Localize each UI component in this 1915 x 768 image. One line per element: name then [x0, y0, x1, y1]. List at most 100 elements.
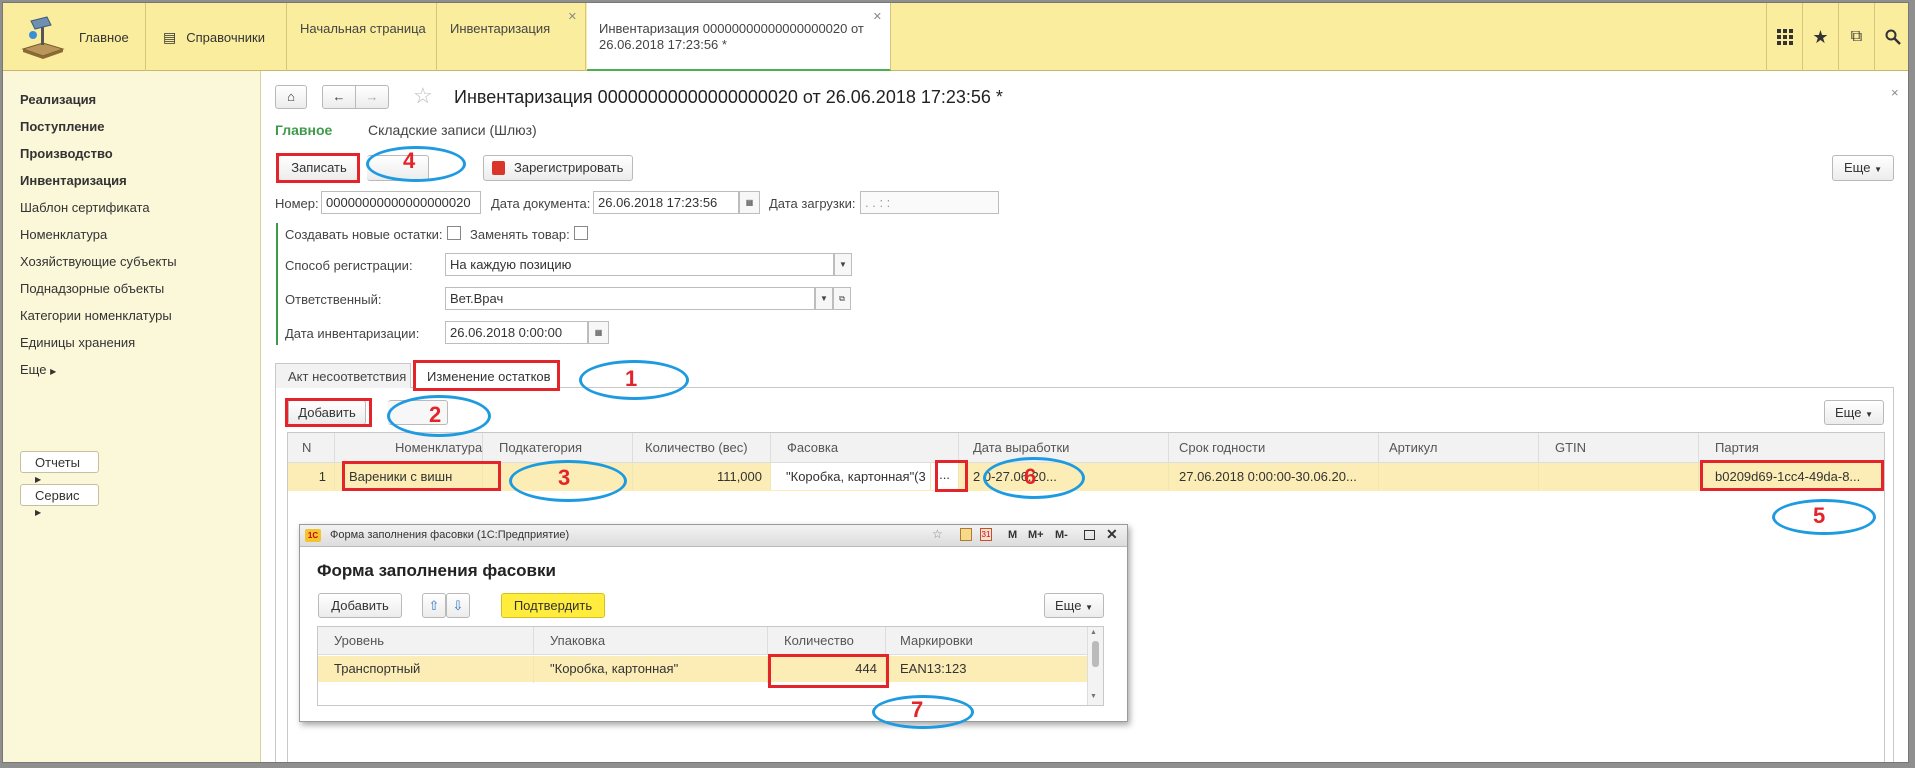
sidebar-item-storage-units[interactable]: Единицы хранения — [20, 335, 135, 350]
highlight-batch — [1700, 460, 1884, 491]
dialog-titlebar: 1С Форма заполнения фасовки (1С:Предприя… — [300, 525, 1127, 547]
favorite-star-icon[interactable]: ☆ — [413, 83, 433, 109]
dropdown-icon[interactable]: ▼ — [815, 287, 833, 310]
cell-packing[interactable]: "Коробка, картонная"(3 — [771, 463, 931, 490]
up-arrow-icon[interactable]: ⇧ — [422, 593, 446, 618]
col-header-subcategory[interactable]: Подкатегория — [483, 433, 633, 462]
tab-inventory[interactable]: Инвентаризация ✕ — [438, 3, 586, 71]
history-icon[interactable]: ⧉ — [1838, 3, 1874, 71]
tab-inventory-document[interactable]: Инвентаризация 00000000000000000020 от 26… — [587, 3, 891, 71]
star-icon[interactable]: ★ — [1802, 3, 1838, 71]
more-button[interactable]: Еще ▼ — [1832, 155, 1894, 181]
inventory-date-field[interactable]: 26.06.2018 0:00:00 — [445, 321, 588, 344]
annotation-oval-4 — [366, 146, 466, 182]
sidebar-more[interactable]: Еще ▶ — [20, 362, 56, 377]
doc-date-field[interactable]: 26.06.2018 17:23:56 — [593, 191, 739, 214]
number-field[interactable]: 00000000000000000020 — [321, 191, 481, 214]
dialog-more-button[interactable]: Еще ▼ — [1044, 593, 1104, 618]
cell-quantity[interactable]: 111,000 — [633, 463, 771, 490]
col-header-packing[interactable]: Фасовка — [771, 433, 959, 462]
close-icon[interactable]: ✕ — [568, 9, 577, 25]
sidebar-item-nomenclature[interactable]: Номенклатура — [20, 227, 107, 242]
cell-level[interactable]: Транспортный — [318, 656, 534, 683]
tab-mismatch-act[interactable]: Акт несоответствия — [275, 363, 411, 388]
references-icon: ▤ — [163, 28, 177, 45]
memory-minus-button[interactable]: M- — [1055, 529, 1068, 541]
col-header-batch[interactable]: Партия — [1699, 433, 1884, 462]
close-form-icon[interactable]: × — [1891, 85, 1899, 100]
sidebar-item-supervised-objects[interactable]: Поднадзорные объекты — [20, 281, 164, 296]
calendar-icon[interactable]: ▦ — [739, 191, 760, 214]
load-date-field[interactable]: . . : : — [860, 191, 999, 214]
chevron-right-icon: ▶ — [50, 367, 57, 376]
create-remains-checkbox[interactable] — [447, 226, 461, 240]
chevron-right-icon: ▶ — [35, 475, 42, 484]
highlight-select-packing — [935, 460, 968, 492]
cell-expiry[interactable]: 27.06.2018 0:00:00-30.06.20... — [1169, 463, 1379, 490]
chevron-down-icon: ▼ — [1865, 410, 1873, 419]
packing-table: Уровень Упаковка Количество Маркировки Т… — [317, 626, 1104, 706]
sidebar-item-production[interactable]: Производство — [20, 146, 113, 161]
col-header-qty[interactable]: Количество — [768, 627, 886, 655]
col-header-expiry[interactable]: Срок годности — [1169, 433, 1379, 462]
sidebar-item-inventory[interactable]: Инвентаризация — [20, 173, 127, 188]
back-button[interactable]: ← — [322, 85, 356, 109]
grid-icon[interactable] — [1766, 3, 1802, 71]
forward-button[interactable]: → — [355, 85, 389, 109]
memory-m-button[interactable]: M — [1008, 529, 1017, 541]
col-header-production-date[interactable]: Дата выработки — [959, 433, 1169, 462]
service-button[interactable]: Сервис ▶ — [20, 484, 99, 517]
nav-warehouse-records[interactable]: Складские записи (Шлюз) — [368, 122, 537, 138]
references-section[interactable]: ▤ Справочники — [147, 3, 287, 71]
cell-gtin[interactable] — [1539, 463, 1699, 490]
dialog-title: Форма заполнения фасовки (1С:Предприятие… — [330, 529, 570, 541]
highlight-nomenclature — [342, 461, 501, 491]
responsible-select[interactable]: Вет.Врач — [445, 287, 815, 310]
col-header-gtin[interactable]: GTIN — [1539, 433, 1699, 462]
sidebar-item-sales[interactable]: Реализация — [20, 92, 96, 107]
annotation-number-3: 3 — [558, 465, 571, 490]
home-section[interactable]: Главное — [3, 3, 146, 71]
col-header-nomenclature[interactable]: Номенклатура — [335, 433, 483, 462]
tab-start-page[interactable]: Начальная страница — [288, 3, 437, 71]
table-row[interactable]: Транспортный "Коробка, картонная" 444 EA… — [318, 656, 1103, 683]
sidebar-item-business-entities[interactable]: Хозяйствующие субъекты — [20, 254, 177, 269]
table-more-button[interactable]: Еще ▼ — [1824, 400, 1884, 425]
maximize-icon[interactable] — [1084, 530, 1095, 540]
replace-goods-checkbox[interactable] — [574, 226, 588, 240]
sidebar-item-receipts[interactable]: Поступление — [20, 119, 105, 134]
scroll-down-icon[interactable]: ▼ — [1090, 693, 1097, 700]
col-header-n[interactable]: N — [288, 433, 335, 462]
calculator-icon[interactable] — [960, 528, 972, 541]
calendar-icon[interactable]: 31 — [980, 528, 992, 541]
open-icon[interactable]: ⧉ — [833, 287, 851, 310]
down-arrow-icon[interactable]: ⇩ — [446, 593, 470, 618]
register-button[interactable]: Зарегистрировать — [483, 155, 633, 181]
search-icon[interactable] — [1874, 3, 1908, 71]
dialog-add-button[interactable]: Добавить — [318, 593, 402, 618]
col-header-package[interactable]: Упаковка — [534, 627, 768, 655]
favorite-icon[interactable]: ☆ — [932, 527, 943, 541]
scroll-up-icon[interactable]: ▲ — [1090, 629, 1097, 636]
col-header-level[interactable]: Уровень — [318, 627, 534, 655]
close-icon[interactable]: ✕ — [873, 9, 882, 25]
sidebar-item-certificate-template[interactable]: Шаблон сертификата — [20, 200, 150, 215]
registration-method-select[interactable]: На каждую позицию — [445, 253, 834, 276]
scrollbar[interactable]: ▲ ▼ — [1087, 627, 1103, 705]
cell-marking[interactable]: EAN13:123 — [886, 656, 1086, 683]
col-header-article[interactable]: Артикул — [1379, 433, 1539, 462]
cell-article[interactable] — [1379, 463, 1539, 490]
memory-plus-button[interactable]: M+ — [1028, 529, 1044, 541]
col-header-quantity[interactable]: Количество (вес) — [633, 433, 771, 462]
calendar-icon[interactable]: ▦ — [588, 321, 609, 344]
sidebar-item-nomenclature-categories[interactable]: Категории номенклатуры — [20, 308, 172, 323]
reports-button[interactable]: Отчеты ▶ — [20, 451, 99, 484]
scroll-thumb[interactable] — [1092, 641, 1099, 667]
dialog-close-icon[interactable]: ✕ — [1106, 526, 1118, 543]
home-button[interactable]: ⌂ — [275, 85, 307, 109]
col-header-marking[interactable]: Маркировки — [886, 627, 1103, 655]
nav-main[interactable]: Главное — [275, 122, 332, 138]
confirm-button[interactable]: Подтвердить — [501, 593, 605, 618]
dropdown-icon[interactable]: ▼ — [834, 253, 852, 276]
cell-package[interactable]: "Коробка, картонная" — [534, 656, 768, 683]
